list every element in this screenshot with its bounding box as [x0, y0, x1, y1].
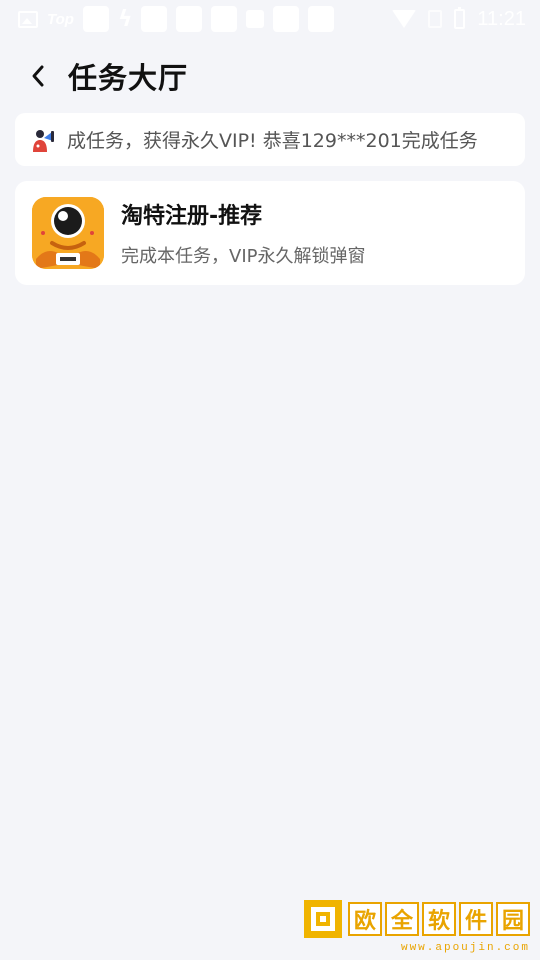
task-description: 完成本任务，VIP永久解锁弹窗: [121, 246, 366, 267]
watermark-logo-icon: [304, 900, 342, 938]
notification-icon: [308, 6, 335, 32]
notice-text: 成任务，获得永久VIP! 恭喜129***201完成任务: [67, 130, 478, 152]
notification-icon: [82, 6, 109, 32]
status-bar: Top ϟ 11:21: [0, 0, 540, 38]
notice-banner: 成任务，获得永久VIP! 恭喜129***201完成任务: [15, 113, 525, 166]
bolt-icon: ϟ: [117, 6, 133, 32]
chevron-left-icon: [32, 65, 44, 87]
header: 任务大厅: [0, 52, 540, 100]
back-button[interactable]: [18, 52, 58, 100]
watermark: 欧 全 软 件 园 www.apoujin.com: [302, 898, 530, 954]
notification-icon: [141, 6, 168, 32]
task-info: 淘特注册-推荐 完成本任务，VIP永久解锁弹窗: [121, 198, 365, 268]
taote-app-icon: [32, 197, 104, 269]
watermark-url: www.apoujin.com: [400, 942, 530, 954]
page-title: 任务大厅: [68, 61, 189, 95]
notification-icon: [273, 6, 300, 32]
watermark-char: 欧: [348, 902, 382, 936]
status-time: 11:21: [477, 7, 526, 30]
notification-icon: [176, 6, 203, 32]
task-title: 淘特注册-推荐: [121, 204, 263, 229]
battery-icon: [454, 7, 466, 29]
notification-icon: [211, 6, 238, 32]
notification-icon: [246, 10, 265, 28]
gallery-notification-icon: [18, 10, 38, 28]
wifi-icon: [392, 10, 417, 28]
watermark-char: 件: [459, 902, 493, 936]
watermark-char: 全: [385, 902, 419, 936]
watermark-char: 园: [496, 902, 530, 936]
task-card[interactable]: 淘特注册-推荐 完成本任务，VIP永久解锁弹窗: [15, 181, 525, 285]
megaphone-person-icon: [33, 129, 54, 152]
carrier-label: Top: [47, 10, 74, 28]
watermark-char: 软: [422, 902, 456, 936]
no-sim-icon: [428, 10, 443, 28]
